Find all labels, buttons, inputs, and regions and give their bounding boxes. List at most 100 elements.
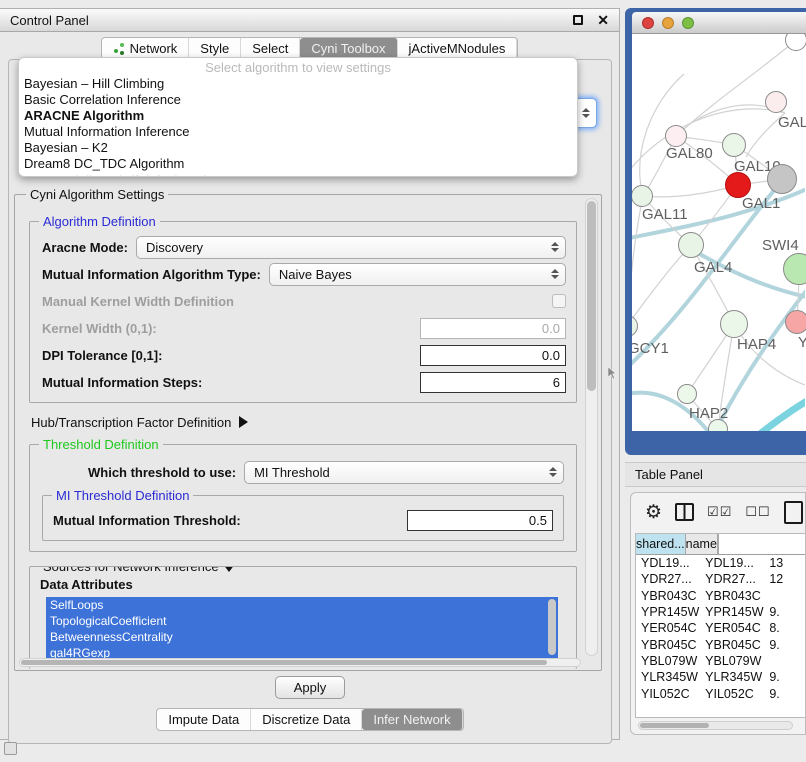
table-toolbar-icon[interactable] xyxy=(784,501,803,524)
hub-definition-section[interactable]: Hub/Transcription Factor Definition xyxy=(31,412,577,432)
mi-steps-field[interactable]: 6 xyxy=(420,372,566,393)
which-threshold-row: Which threshold to use: MI Threshold xyxy=(42,459,564,485)
kernel-width-field[interactable]: 0.0 xyxy=(420,318,566,339)
apply-button[interactable]: Apply xyxy=(275,676,345,699)
table-toolbar-icon[interactable] xyxy=(675,503,694,521)
aracne-mode-combobox[interactable]: Discovery xyxy=(136,236,566,259)
network-node-label: SWI4 xyxy=(762,237,799,254)
network-node[interactable] xyxy=(783,253,806,285)
table-row[interactable]: YER054C YER054C 8. xyxy=(636,620,805,636)
float-window-icon[interactable] xyxy=(573,15,583,25)
tab[interactable]: Style xyxy=(189,38,241,59)
table-cell: YIL052C xyxy=(636,685,700,701)
stepper-arrows-icon xyxy=(547,467,563,477)
table-cell: 9. xyxy=(764,685,805,701)
bottom-tab[interactable]: Discretize Data xyxy=(251,709,362,730)
manual-kernel-row: Manual Kernel Width Definition xyxy=(42,289,566,313)
settings-horizontal-scrollbar[interactable] xyxy=(19,658,581,667)
mi-steps-label: Mutual Information Steps: xyxy=(42,375,202,390)
mi-threshold-group-title: MI Threshold Definition xyxy=(52,488,193,503)
dpi-tolerance-value: 0.0 xyxy=(542,348,560,363)
network-node[interactable] xyxy=(720,310,748,338)
mi-threshold-field[interactable]: 0.5 xyxy=(407,510,553,531)
algorithm-option[interactable]: Bayesian – K2 xyxy=(19,140,577,156)
tab[interactable]: jActiveMNodules xyxy=(398,38,518,59)
close-traffic-light-icon[interactable] xyxy=(642,17,654,29)
table-cell: 9. xyxy=(764,604,805,620)
dpi-tolerance-field[interactable]: 0.0 xyxy=(420,345,566,366)
zoom-traffic-light-icon[interactable] xyxy=(682,17,694,29)
settings-vertical-scrollbar[interactable] xyxy=(585,198,598,656)
table-cell: YPR145W xyxy=(700,604,764,620)
table-column-header[interactable]: name xyxy=(686,534,718,554)
bottom-tab[interactable]: Impute Data xyxy=(157,709,251,730)
which-threshold-value: MI Threshold xyxy=(254,465,330,480)
attribute-list-item[interactable]: SelfLoops xyxy=(46,597,558,613)
network-node[interactable] xyxy=(677,384,697,404)
table-cell: YPR145W xyxy=(636,604,700,620)
network-node[interactable] xyxy=(665,125,687,147)
table-row[interactable]: YDL19... YDL19... 13 xyxy=(636,555,805,571)
table-row[interactable]: YBR043C YBR043C xyxy=(636,588,805,604)
table-column-header[interactable]: shared... xyxy=(636,534,686,554)
table-cell: YBL079W xyxy=(700,653,764,669)
tab[interactable]: Select xyxy=(241,38,300,59)
control-panel-titlebar: Control Panel ✕ xyxy=(0,9,619,32)
kernel-width-row: Kernel Width (0,1): 0.0 xyxy=(42,316,566,340)
network-node-label: GAL11 xyxy=(642,206,688,223)
network-node[interactable] xyxy=(632,185,653,207)
dpi-tolerance-row: DPI Tolerance [0,1]: 0.0 xyxy=(42,343,566,367)
threshold-definition-group: Threshold Definition Which threshold to … xyxy=(29,444,577,552)
tab[interactable]: Network xyxy=(102,38,190,59)
network-node[interactable] xyxy=(678,232,704,258)
network-window-titlebar[interactable] xyxy=(632,12,806,34)
table-toolbar-icon[interactable]: ☐☐ xyxy=(745,504,770,520)
network-node[interactable] xyxy=(785,34,806,51)
attribute-list-item[interactable]: BetweennessCentrality xyxy=(46,629,558,645)
network-canvas[interactable]: GAL GAL80 GAL10 GAL1 xyxy=(632,34,806,431)
list-scrollbar[interactable] xyxy=(548,599,556,655)
table-cell: 13 xyxy=(764,555,805,571)
algorithm-option[interactable]: ARACNE Algorithm xyxy=(19,108,577,124)
table-cell: YBR043C xyxy=(700,588,764,604)
table-row[interactable]: YBL079W YBL079W xyxy=(636,653,805,669)
close-icon[interactable]: ✕ xyxy=(597,13,609,27)
network-node-label: GAL xyxy=(778,114,806,131)
dock-panel-icon[interactable] xyxy=(4,742,17,755)
table-horizontal-scrollbar[interactable] xyxy=(638,721,793,730)
chevron-right-icon[interactable] xyxy=(239,416,248,428)
table-toolbar-icon[interactable]: ☑☑ xyxy=(707,504,732,520)
table-column-header[interactable] xyxy=(718,534,719,554)
table-cell: YBL079W xyxy=(636,653,700,669)
table-row[interactable]: YPR145W YPR145W 9. xyxy=(636,604,805,620)
bottom-tab-label: Impute Data xyxy=(168,712,239,727)
algorithm-option[interactable]: Dream8 DC_TDC Algorithm xyxy=(19,156,577,172)
mi-type-combobox[interactable]: Naive Bayes xyxy=(269,263,566,286)
network-node[interactable] xyxy=(722,133,746,157)
minimize-traffic-light-icon[interactable] xyxy=(662,17,674,29)
algorithm-option[interactable]: Mutual Information Inference xyxy=(19,124,577,140)
algorithm-option[interactable]: Basic Correlation Inference xyxy=(19,92,577,108)
network-node[interactable] xyxy=(765,91,787,113)
manual-kernel-checkbox[interactable] xyxy=(552,294,566,308)
data-attributes-list: SelfLoops TopologicalCoefficient Between… xyxy=(46,597,558,661)
attribute-list-item[interactable]: TopologicalCoefficient xyxy=(46,613,558,629)
network-node[interactable] xyxy=(767,164,797,194)
table-row[interactable]: YDR27... YDR27... 12 xyxy=(636,571,805,587)
table-row[interactable]: YIL052C YIL052C 9. xyxy=(636,685,805,701)
which-threshold-combobox[interactable]: MI Threshold xyxy=(244,461,564,484)
sources-group-title[interactable]: Sources for Network Inference xyxy=(39,566,239,574)
network-node[interactable] xyxy=(785,310,806,334)
aracne-mode-row: Aracne Mode: Discovery xyxy=(42,235,566,259)
table-toolbar-icon[interactable]: ⚙ xyxy=(645,501,662,524)
mi-threshold-group: MI Threshold Definition Mutual Informati… xyxy=(42,495,564,541)
manual-kernel-label: Manual Kernel Width Definition xyxy=(42,294,234,309)
tab[interactable]: Cyni Toolbox xyxy=(300,38,397,59)
table-row[interactable]: YLR345W YLR345W 9. xyxy=(636,669,805,685)
table-row[interactable]: YBR045C YBR045C 9. xyxy=(636,636,805,652)
tab-label: jActiveMNodules xyxy=(409,41,506,56)
bottom-tab[interactable]: Infer Network xyxy=(362,709,462,730)
algorithm-option[interactable]: Bayesian – Hill Climbing xyxy=(19,76,577,92)
network-node[interactable] xyxy=(632,315,638,337)
table-cell: YIL052C xyxy=(700,685,764,701)
